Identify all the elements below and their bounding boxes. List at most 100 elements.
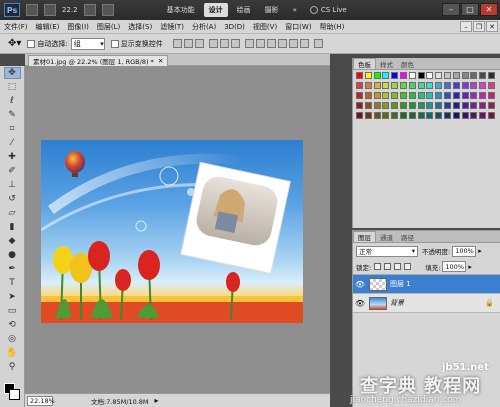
document-size[interactable]: 文档:7.85M/10.8M bbox=[91, 396, 149, 406]
color-swatch[interactable] bbox=[444, 112, 451, 119]
align-right-icon[interactable] bbox=[230, 39, 240, 48]
align-hcenter-icon[interactable] bbox=[219, 39, 229, 48]
close-button[interactable]: ✕ bbox=[480, 3, 498, 16]
color-swatch[interactable] bbox=[461, 112, 469, 119]
menu-analysis[interactable]: 分析(A) bbox=[188, 22, 220, 32]
color-swatch[interactable] bbox=[488, 112, 495, 119]
auto-align-icon[interactable] bbox=[313, 39, 323, 48]
color-swatch[interactable] bbox=[452, 82, 460, 89]
color-swatch[interactable] bbox=[373, 72, 381, 79]
workspace-design[interactable]: 设计 bbox=[203, 3, 228, 17]
color-swatch[interactable] bbox=[470, 112, 478, 119]
lock-image-icon[interactable] bbox=[384, 263, 392, 270]
color-swatch[interactable] bbox=[408, 112, 416, 119]
tab-styles[interactable]: 样式 bbox=[376, 58, 397, 69]
color-swatch[interactable] bbox=[479, 112, 487, 119]
lock-position-icon[interactable] bbox=[394, 263, 402, 270]
color-swatch[interactable] bbox=[408, 102, 416, 109]
color-swatch[interactable] bbox=[382, 92, 390, 99]
color-swatch[interactable] bbox=[364, 82, 372, 89]
color-swatch[interactable] bbox=[382, 102, 390, 109]
color-swatch[interactable] bbox=[382, 72, 390, 79]
shape-tool-icon[interactable]: ▭ bbox=[4, 305, 21, 317]
color-swatch[interactable] bbox=[435, 112, 443, 119]
color-swatch[interactable] bbox=[364, 72, 372, 79]
color-swatch[interactable] bbox=[461, 102, 469, 109]
color-swatch[interactable] bbox=[479, 72, 487, 79]
doc-restore-button[interactable]: ❐ bbox=[473, 21, 485, 32]
eye-icon[interactable]: 👁 bbox=[353, 299, 367, 308]
eye-icon[interactable]: 👁 bbox=[353, 280, 367, 289]
workspace-photography[interactable]: 摄影 bbox=[260, 3, 284, 17]
distribute-right-icon[interactable] bbox=[299, 39, 309, 48]
color-swatch[interactable] bbox=[461, 92, 469, 99]
color-swatch[interactable] bbox=[373, 82, 381, 89]
bridge-icon[interactable] bbox=[26, 4, 38, 16]
color-swatch[interactable] bbox=[391, 72, 399, 79]
auto-select-dropdown[interactable]: 组 ▾ bbox=[70, 37, 105, 50]
color-swatch[interactable] bbox=[364, 92, 372, 99]
color-swatch[interactable] bbox=[356, 82, 363, 89]
dodge-tool-icon[interactable]: ● bbox=[4, 249, 21, 261]
color-swatch[interactable] bbox=[391, 82, 399, 89]
color-swatch[interactable] bbox=[470, 92, 478, 99]
lasso-tool-icon[interactable]: ℓ bbox=[4, 95, 21, 107]
status-zoom-field[interactable]: 22.18% bbox=[27, 395, 55, 406]
screen-mode-icon[interactable] bbox=[101, 4, 114, 16]
tab-color[interactable]: 颜色 bbox=[397, 58, 418, 69]
color-swatch[interactable] bbox=[391, 102, 399, 109]
tab-paths[interactable]: 路径 bbox=[397, 231, 418, 242]
cs-live-button[interactable]: CS Live bbox=[309, 6, 347, 14]
blur-tool-icon[interactable]: ◆ bbox=[4, 235, 21, 247]
align-left-icon[interactable] bbox=[208, 39, 218, 48]
status-menu-arrow-icon[interactable]: ▸ bbox=[155, 396, 159, 405]
tab-channels[interactable]: 通道 bbox=[376, 231, 397, 242]
color-swatch[interactable] bbox=[470, 102, 478, 109]
doc-close-button[interactable]: ✕ bbox=[486, 21, 498, 32]
color-swatch[interactable] bbox=[373, 92, 381, 99]
pen-tool-icon[interactable]: ✒ bbox=[4, 263, 21, 275]
3d-rotate-tool-icon[interactable]: ⟲ bbox=[4, 319, 21, 331]
align-top-icon[interactable] bbox=[172, 39, 182, 48]
show-transform-checkbox[interactable] bbox=[110, 39, 119, 48]
eyedropper-tool-icon[interactable]: ⁄ bbox=[4, 137, 21, 149]
color-swatch[interactable] bbox=[373, 112, 381, 119]
crop-tool-icon[interactable]: ⌗ bbox=[4, 123, 21, 135]
menu-view[interactable]: 视图(V) bbox=[249, 22, 281, 32]
fill-field[interactable]: 100% bbox=[442, 261, 467, 272]
color-swatch[interactable] bbox=[435, 72, 443, 79]
doc-minimize-button[interactable]: – bbox=[460, 21, 472, 32]
move-tool-icon[interactable]: ✥ bbox=[3, 67, 21, 79]
color-swatch[interactable] bbox=[470, 82, 478, 89]
color-swatch[interactable] bbox=[417, 112, 425, 119]
menu-edit[interactable]: 编辑(E) bbox=[32, 22, 64, 32]
color-swatch[interactable] bbox=[426, 112, 434, 119]
color-swatch[interactable] bbox=[364, 112, 372, 119]
color-swatch[interactable] bbox=[444, 102, 451, 109]
layer-row-layer1[interactable]: 👁 图层 1 bbox=[353, 275, 500, 294]
menu-3d[interactable]: 3D(D) bbox=[220, 23, 249, 31]
color-swatch[interactable] bbox=[452, 72, 460, 79]
color-swatch[interactable] bbox=[426, 92, 434, 99]
type-tool-icon[interactable]: T bbox=[4, 277, 21, 289]
lock-transparent-icon[interactable] bbox=[374, 263, 382, 270]
align-vcenter-icon[interactable] bbox=[183, 39, 193, 48]
distribute-bottom-icon[interactable] bbox=[266, 39, 276, 48]
color-swatch[interactable] bbox=[452, 112, 460, 119]
color-swatch[interactable] bbox=[444, 72, 451, 79]
color-swatch[interactable] bbox=[444, 92, 451, 99]
color-swatch[interactable] bbox=[417, 82, 425, 89]
color-swatch[interactable] bbox=[417, 102, 425, 109]
color-swatch[interactable] bbox=[435, 82, 443, 89]
marquee-tool-icon[interactable]: ⬚ bbox=[4, 81, 21, 93]
color-swatch[interactable] bbox=[382, 112, 390, 119]
tab-swatches[interactable]: 色板 bbox=[353, 58, 376, 69]
zoom-tool-icon[interactable]: ⚲ bbox=[4, 361, 21, 373]
background-color-swatch[interactable] bbox=[9, 389, 20, 400]
color-swatch[interactable] bbox=[479, 82, 487, 89]
move-tool-preset-icon[interactable]: ✥▾ bbox=[8, 38, 21, 49]
opacity-field[interactable]: 100% bbox=[452, 245, 477, 257]
menu-window[interactable]: 窗口(W) bbox=[281, 22, 315, 32]
color-swatch[interactable] bbox=[400, 92, 407, 99]
menu-image[interactable]: 图像(I) bbox=[63, 22, 93, 32]
